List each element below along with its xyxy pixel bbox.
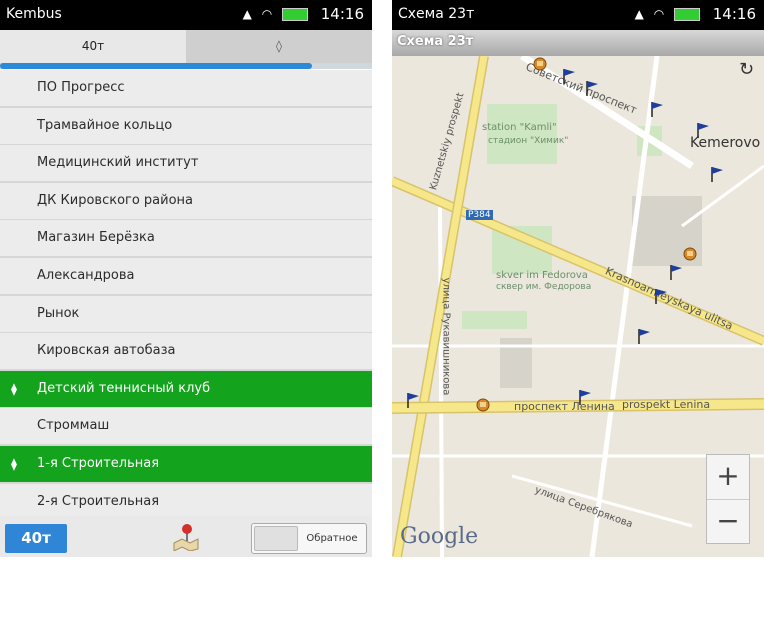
bus-stop-flag-icon[interactable] — [696, 122, 710, 138]
stop-list-item[interactable]: Строммаш — [0, 408, 372, 445]
bus-stop-flag-icon[interactable] — [710, 166, 724, 182]
map-label-rukavishnikova: улица Рукавишникова — [440, 277, 452, 396]
stop-name: ДК Кировского района — [37, 192, 194, 208]
stop-name: 1-я Строительная — [37, 455, 160, 471]
bus-stop-flag-icon[interactable] — [637, 328, 651, 344]
zoom-in-button[interactable]: + — [707, 455, 749, 500]
bus-vehicle-icon[interactable] — [475, 397, 491, 413]
clock-right: 14:16 — [712, 5, 756, 23]
status-icons: ▲ ◠ — [243, 7, 308, 21]
bus-stop-flag-icon[interactable] — [585, 80, 599, 96]
stop-list-item[interactable]: ⧫ 1-я Строительная — [0, 445, 372, 482]
map-label-lenina-ru: проспект Ленина — [514, 400, 615, 413]
signal-icon: ▲ — [242, 7, 255, 21]
refresh-icon[interactable]: ↻ — [739, 59, 754, 80]
map-header-title: Схема 23т — [397, 34, 474, 49]
stop-name: Рынок — [37, 305, 80, 321]
switch-knob[interactable] — [254, 526, 298, 551]
stop-list-item[interactable]: Трамвайное кольцо — [0, 107, 372, 144]
current-stop-marker-icon: ⧫ — [11, 381, 17, 396]
bottom-bar: 40т Обратное — [0, 516, 372, 557]
route-map[interactable]: ↻ Советский проспект Kuznetskiy prospekt… — [392, 56, 764, 557]
stop-name: ПО Прогресс — [37, 80, 125, 95]
bus-vehicle-icon[interactable] — [682, 246, 698, 262]
bus-stop-flag-icon[interactable] — [406, 392, 420, 408]
map-park — [462, 311, 527, 329]
battery-icon — [674, 8, 700, 21]
status-icons-right: ▲ ◠ — [635, 7, 700, 21]
map-label-square-sub: сквер им. Федорова — [496, 282, 592, 292]
bus-stop-flag-icon[interactable] — [654, 288, 668, 304]
map-icon[interactable] — [171, 523, 201, 551]
progress-bar — [0, 63, 372, 69]
progress-fill — [0, 63, 313, 69]
clock: 14:16 — [320, 5, 364, 23]
current-stop-marker-icon: ⧫ — [11, 456, 17, 471]
stop-name: Детский теннисный клуб — [37, 380, 211, 396]
direction-label: Обратное — [306, 533, 358, 544]
stop-name: Трамвайное кольцо — [37, 117, 173, 133]
map-header: Схема 23т — [392, 30, 764, 56]
map-label-square: skver im Fedorova — [496, 270, 588, 281]
map-label-station-sub: стадион "Химик" — [488, 136, 569, 146]
bus-stop-flag-icon[interactable] — [562, 68, 576, 84]
stop-list-item[interactable]: Александрова — [0, 257, 372, 294]
direction-switch[interactable]: Обратное — [251, 523, 367, 554]
stop-list-item[interactable]: Медицинский институт — [0, 145, 372, 182]
wifi-icon: ◠ — [653, 7, 668, 21]
stop-name: Строммаш — [37, 418, 110, 434]
stop-list-item[interactable]: ПО Прогресс — [0, 70, 372, 106]
tab-route[interactable]: 40т — [0, 30, 186, 63]
route-button[interactable]: 40т — [5, 524, 67, 553]
battery-icon — [282, 8, 308, 21]
stop-list-item[interactable]: Магазин Берёзка — [0, 220, 372, 257]
stop-list-item[interactable]: Кировская автобаза — [0, 333, 372, 370]
map-label-station: station "Kamli" — [482, 122, 557, 133]
map-label-lenina-en: prospekt Lenina — [622, 398, 711, 411]
signal-icon: ▲ — [634, 7, 647, 21]
stop-list[interactable]: ПО Прогресс Трамвайное кольцо Медицинский … — [0, 70, 372, 520]
status-bar: Kembus ▲ ◠ 14:16 — [0, 0, 372, 30]
road-number-badge: Р384 — [466, 210, 493, 220]
map-park-stadium — [487, 104, 557, 164]
stop-list-item[interactable]: Рынок — [0, 295, 372, 332]
status-bar-right: Схема 23т ▲ ◠ 14:16 — [392, 0, 764, 30]
stop-list-item[interactable]: ДК Кировского района — [0, 182, 372, 219]
google-logo: Google — [400, 524, 479, 549]
bus-stop-flag-icon[interactable] — [669, 264, 683, 280]
bus-stop-flag-icon[interactable] — [650, 101, 664, 117]
stop-list-item[interactable]: 2-я Строительная — [0, 483, 372, 520]
left-phone-screen: Kembus ▲ ◠ 14:16 40т ◊ ПО Прогресс Трамва… — [0, 0, 372, 557]
bus-vehicle-icon[interactable] — [532, 56, 548, 72]
bus-stop-flag-icon[interactable] — [578, 389, 592, 405]
stop-list-item[interactable]: ⧫ Детский теннисный клуб — [0, 370, 372, 407]
stop-name: Магазин Берёзка — [37, 230, 155, 246]
zoom-control: + − — [706, 454, 750, 544]
stop-name: Медицинский институт — [37, 155, 199, 171]
stop-name: Александрова — [37, 267, 135, 283]
route-tabs: 40т ◊ — [0, 30, 372, 63]
app-title-right: Схема 23т — [398, 6, 475, 22]
tab-secondary[interactable]: ◊ — [186, 30, 372, 63]
stop-name: Кировская автобаза — [37, 343, 176, 359]
wifi-icon: ◠ — [261, 7, 276, 21]
right-phone-screen: Схема 23т ▲ ◠ 14:16 Схема 23т ↻ Советски… — [392, 0, 764, 557]
zoom-out-button[interactable]: − — [707, 500, 749, 544]
app-title: Kembus — [6, 6, 62, 22]
stop-name: 2-я Строительная — [37, 493, 160, 509]
